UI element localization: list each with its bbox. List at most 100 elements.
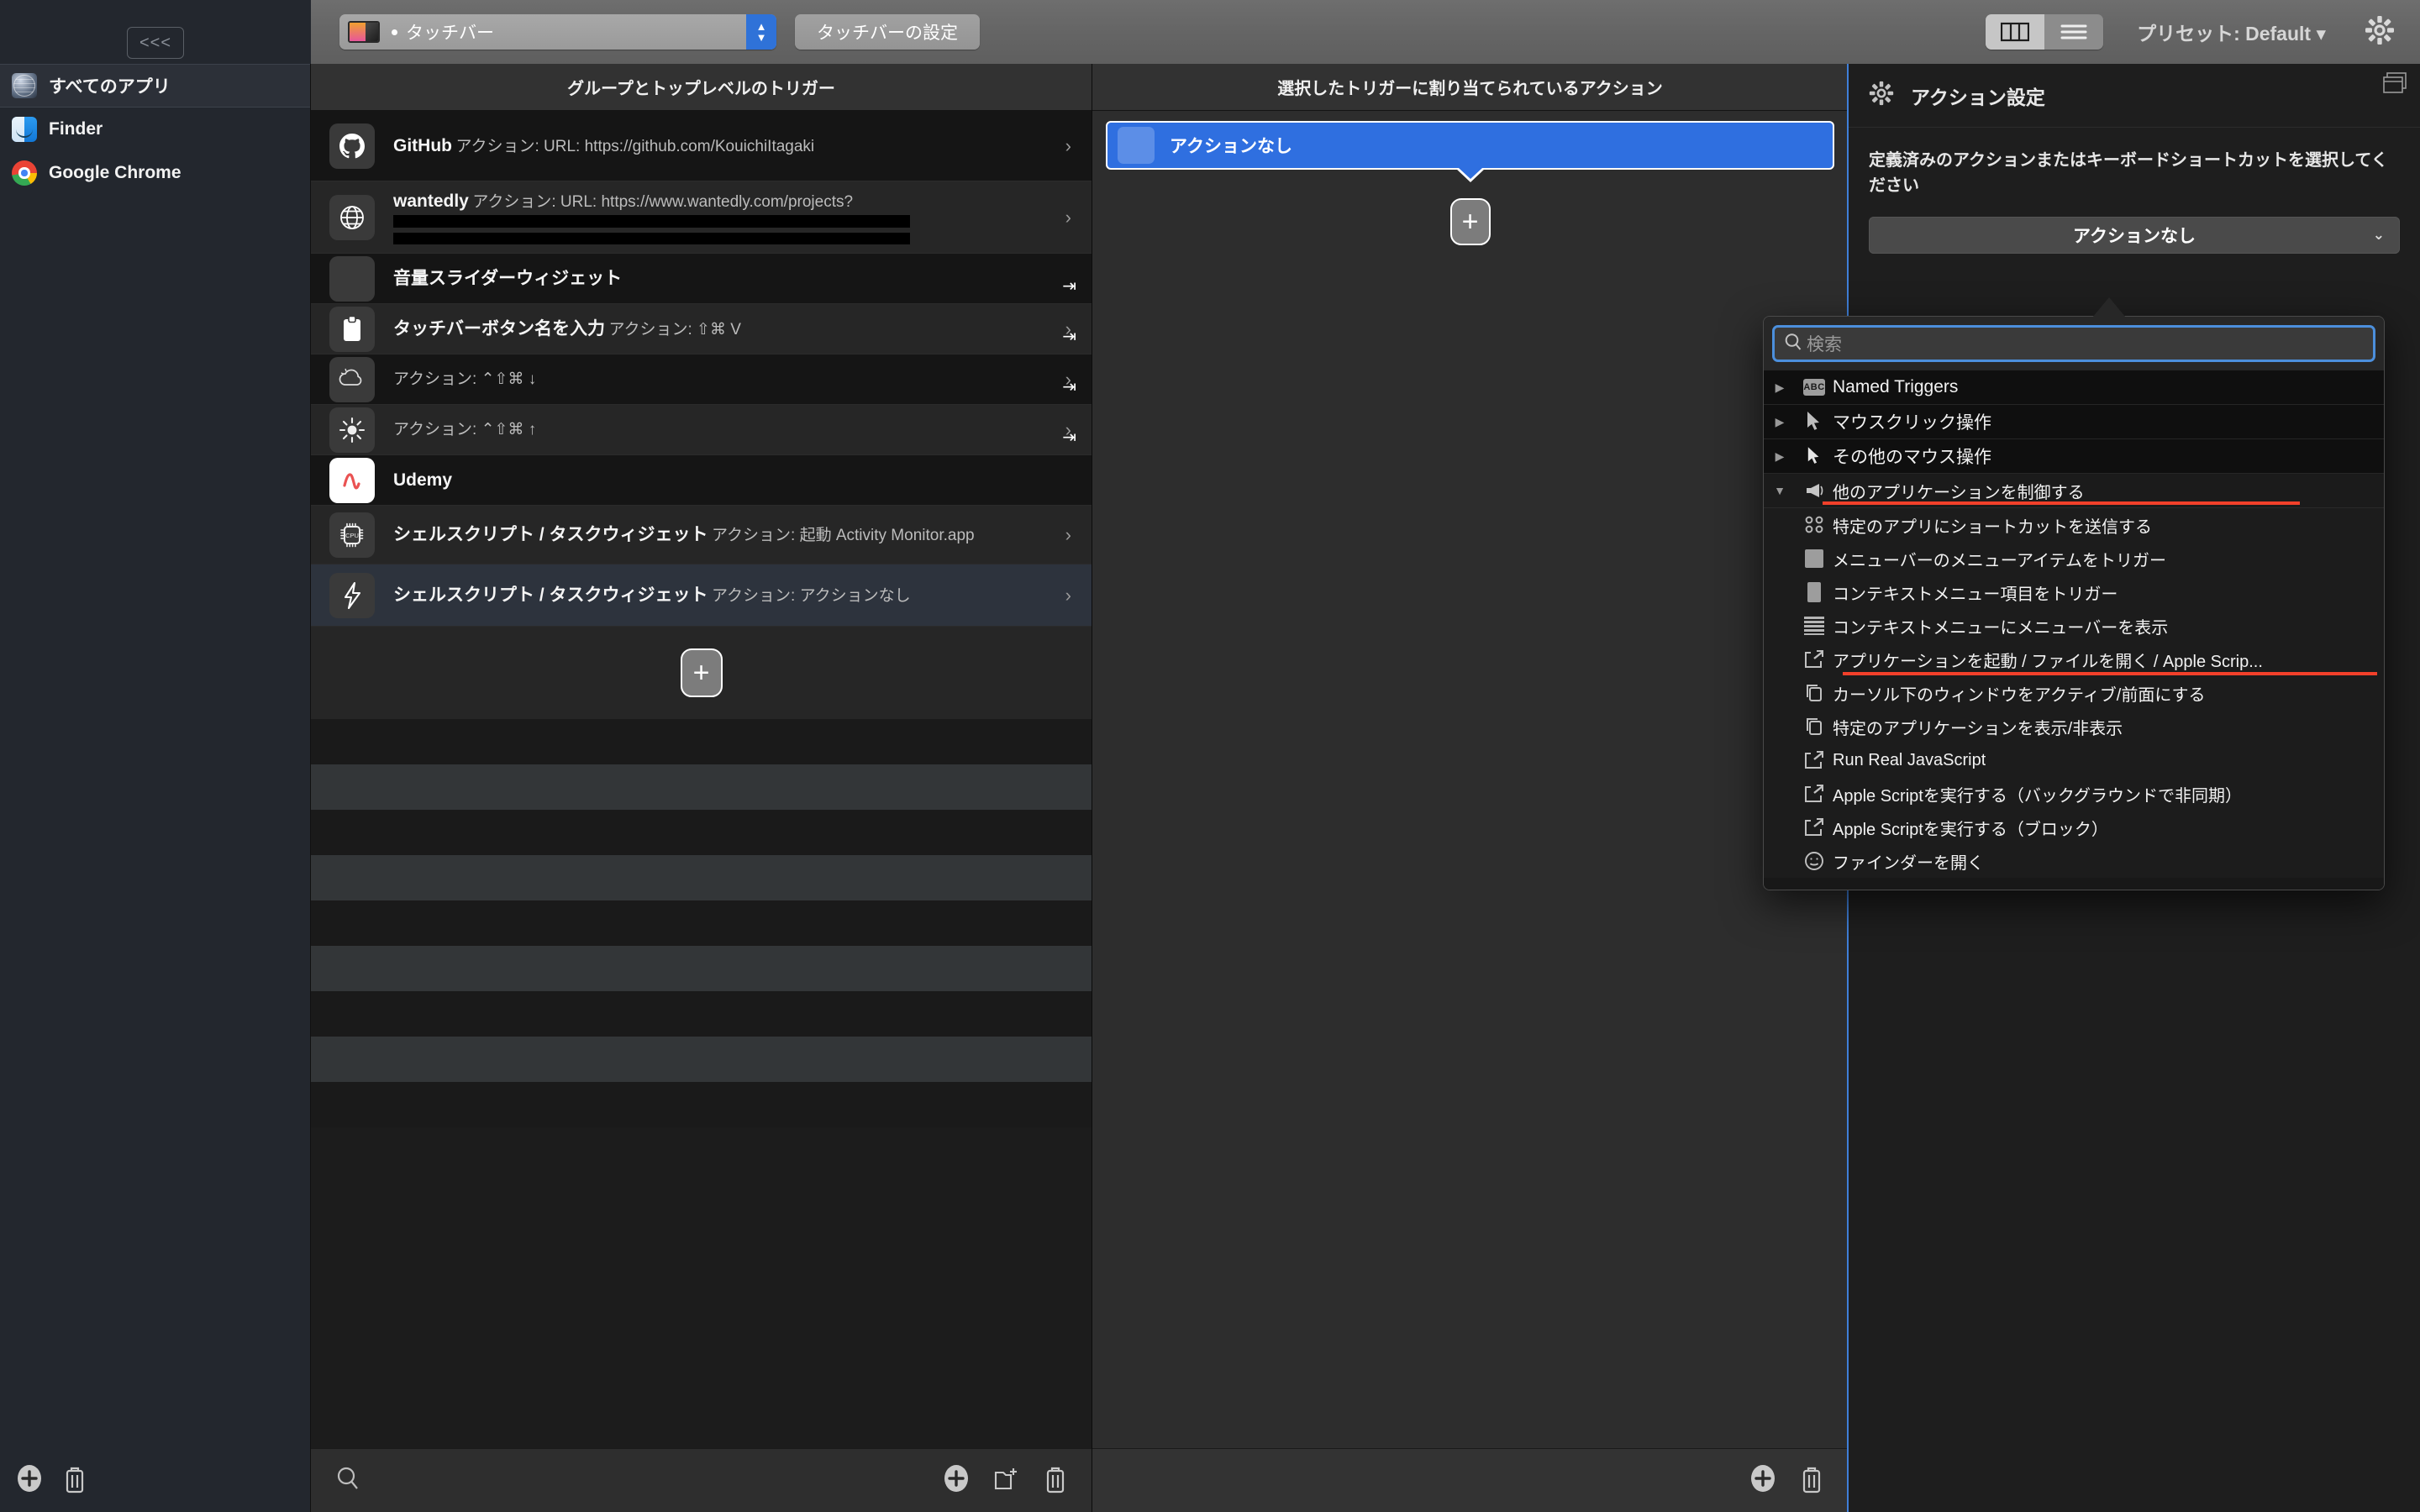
new-folder-icon[interactable] bbox=[992, 1464, 1021, 1497]
menu-item-show-hide-app[interactable]: 特定のアプリケーションを表示/非表示 bbox=[1764, 710, 2384, 743]
gray-square-icon bbox=[1796, 549, 1833, 568]
menu-item-activate-window-under-cursor[interactable]: カーソル下のウィンドウをアクティブ/前面にする bbox=[1764, 676, 2384, 710]
modified-dot-icon bbox=[392, 29, 397, 35]
connector-notch bbox=[1455, 168, 1486, 182]
disclosure-down-icon[interactable]: ▼ bbox=[1764, 484, 1796, 497]
empty-row bbox=[311, 1037, 1092, 1082]
chevron-right-icon[interactable]: › bbox=[1065, 207, 1071, 228]
triggers-bottom-toolbar bbox=[311, 1448, 1092, 1512]
disclosure-right-icon[interactable]: ▶ bbox=[1764, 415, 1796, 429]
search-field[interactable]: 検索 bbox=[1772, 325, 2375, 362]
trash-icon[interactable] bbox=[1799, 1463, 1824, 1498]
chevron-right-icon[interactable]: › bbox=[1065, 524, 1071, 546]
menu-item-label: Apple Scriptを実行する（バックグラウンドで非同期） bbox=[1833, 786, 2243, 806]
search-icon[interactable] bbox=[334, 1465, 361, 1496]
arrow-to-line-icon[interactable]: ⇥ bbox=[1062, 376, 1076, 397]
menu-item-trigger-menubar-item[interactable]: メニューバーのメニューアイテムをトリガー bbox=[1764, 542, 2384, 575]
gear-icon[interactable] bbox=[2365, 15, 2395, 50]
menu-item-launch-app-open-file-applescript[interactable]: アプリケーションを起動 / ファイルを開く / Apple Scrip... bbox=[1764, 643, 2384, 676]
disclosure-right-icon[interactable]: ▶ bbox=[1764, 381, 1796, 395]
actions-bottom-toolbar bbox=[1092, 1448, 1848, 1512]
bolt-icon bbox=[329, 572, 375, 618]
udemy-icon bbox=[329, 457, 375, 503]
assigned-action-label: アクションなし bbox=[1170, 137, 1292, 156]
triggers-toolbar-right bbox=[942, 1463, 1068, 1498]
category-label: マウスクリック操作 bbox=[1833, 413, 1991, 433]
table-row[interactable]: アクション: ⌃⇧⌘ ↑ › ⇥ bbox=[311, 405, 1092, 455]
columns-view-icon[interactable] bbox=[1986, 14, 2045, 50]
empty-row bbox=[311, 900, 1092, 946]
add-trigger-row[interactable]: + bbox=[311, 627, 1092, 719]
menu-item-send-shortcut[interactable]: 特定のアプリにショートカットを送信する bbox=[1764, 508, 2384, 542]
view-mode-toggle[interactable] bbox=[1986, 14, 2104, 50]
action-settings-header: アクション設定 bbox=[1849, 64, 2420, 128]
plus-circle-icon[interactable] bbox=[1749, 1464, 1777, 1497]
touchbar-settings-button[interactable]: タッチバーの設定 bbox=[795, 14, 980, 50]
arrow-to-line-icon[interactable]: ⇥ bbox=[1062, 427, 1076, 448]
table-row[interactable]: GitHub アクション: URL: https://github.com/Ko… bbox=[311, 111, 1092, 181]
add-action-button[interactable]: + bbox=[1449, 198, 1491, 245]
collapse-sidebar-button[interactable]: <<< bbox=[127, 27, 184, 59]
arrow-to-line-icon[interactable]: ⇥ bbox=[1062, 326, 1076, 347]
trigger-action: アクション: ⌃⇧⌘ ↑ bbox=[393, 420, 537, 438]
stepper-icon[interactable]: ▲ ▼ bbox=[746, 14, 776, 50]
menu-item-show-menubar-in-context[interactable]: コンテキストメニューにメニューバーを表示 bbox=[1764, 609, 2384, 643]
trigger-action: アクション: ⌃⇧⌘ ↓ bbox=[393, 370, 537, 388]
menu-item-label: Run Real JavaScript bbox=[1833, 750, 1986, 769]
sidebar-item-finder[interactable]: Finder bbox=[0, 108, 310, 151]
clipped-menu-item[interactable] bbox=[1764, 878, 2384, 890]
menu-item-trigger-context-menu[interactable]: コンテキストメニュー項目をトリガー bbox=[1764, 575, 2384, 609]
trash-icon[interactable] bbox=[1043, 1463, 1068, 1498]
chevron-right-icon[interactable]: › bbox=[1065, 585, 1071, 606]
disclosure-right-icon[interactable]: ▶ bbox=[1764, 449, 1796, 464]
touchbar-preset-dropdown[interactable]: タッチバー ▲ ▼ bbox=[339, 14, 776, 50]
predefined-action-dropdown[interactable]: アクションなし ⌄ bbox=[1869, 217, 2400, 254]
table-row[interactable]: シェルスクリプト / タスクウィジェット アクション: アクションなし › bbox=[311, 564, 1092, 627]
table-row[interactable]: アクション: ⌃⇧⌘ ↓ › ⇥ bbox=[311, 354, 1092, 405]
empty-row bbox=[311, 946, 1092, 991]
menu-item-label: 特定のアプリにショートカットを送信する bbox=[1833, 517, 2152, 537]
action-settings-description: 定義済みのアクションまたはキーボードショートカットを選択してください bbox=[1869, 151, 2388, 195]
category-other-mouse[interactable]: ▶ その他のマウス操作 bbox=[1764, 439, 2384, 474]
sidebar-item-google-chrome[interactable]: Google Chrome bbox=[0, 151, 310, 195]
search-placeholder: 検索 bbox=[1807, 335, 1842, 354]
keyboard-backlight-down-icon bbox=[329, 356, 375, 402]
plus-circle-icon[interactable] bbox=[942, 1464, 971, 1497]
trigger-row-text: Udemy bbox=[393, 469, 1092, 491]
menu-item-run-real-javascript[interactable]: Run Real JavaScript bbox=[1764, 743, 2384, 777]
add-trigger-button[interactable]: + bbox=[680, 648, 723, 697]
cursor-filled-icon bbox=[1796, 411, 1833, 433]
popup-tail bbox=[2092, 297, 2126, 318]
arrow-to-line-icon[interactable]: ⇥ bbox=[1062, 276, 1076, 297]
table-row[interactable]: CPU シェルスクリプト / タスクウィジェット アクション: 起動 Activ… bbox=[311, 506, 1092, 564]
assigned-action-item[interactable]: アクションなし bbox=[1106, 121, 1834, 170]
trigger-action: アクション: 起動 Activity Monitor.app bbox=[711, 526, 975, 544]
menu-item-run-applescript-async[interactable]: Apple Scriptを実行する（バックグラウンドで非同期） bbox=[1764, 777, 2384, 811]
empty-row bbox=[311, 764, 1092, 810]
table-row[interactable]: タッチバーボタン名を入力 アクション: ⇧⌘ V › ⇥ bbox=[311, 304, 1092, 354]
actions-column-header: 選択したトリガーに割り当てられているアクション bbox=[1092, 64, 1848, 111]
trash-icon[interactable] bbox=[62, 1463, 87, 1498]
megaphone-icon bbox=[1796, 481, 1833, 500]
menu-item-label: Apple Scriptを実行する（ブロック） bbox=[1833, 820, 2108, 839]
table-row[interactable]: Udemy bbox=[311, 455, 1092, 506]
trigger-action: アクション: URL: https://www.wantedly.com/pro… bbox=[472, 193, 854, 212]
predefined-action-value: アクションなし bbox=[2073, 227, 2196, 246]
window-icon[interactable] bbox=[2383, 72, 2407, 98]
menu-item-open-finder[interactable]: ファインダーを開く bbox=[1764, 844, 2384, 878]
category-named-triggers[interactable]: ▶ ABC Named Triggers bbox=[1764, 370, 2384, 405]
plus-circle-icon[interactable] bbox=[15, 1464, 44, 1497]
menu-item-label: アプリケーションを起動 / ファイルを開く / Apple Scrip... bbox=[1833, 652, 2263, 671]
sidebar-item-all-apps[interactable]: すべてのアプリ bbox=[0, 64, 310, 108]
list-view-icon[interactable] bbox=[2044, 14, 2104, 50]
menu-item-run-applescript-blocking[interactable]: Apple Scriptを実行する（ブロック） bbox=[1764, 811, 2384, 844]
trigger-name: GitHub bbox=[393, 135, 452, 155]
table-row[interactable]: 音量スライダーウィジェット ⇥ bbox=[311, 254, 1092, 304]
preset-label[interactable]: プリセット: Default ▾ bbox=[2137, 18, 2326, 46]
table-row[interactable]: wantedly アクション: URL: https://www.wantedl… bbox=[311, 181, 1092, 254]
brightness-up-icon bbox=[329, 407, 375, 453]
category-control-other-apps[interactable]: ▼ 他のアプリケーションを制御する bbox=[1764, 474, 2384, 508]
trigger-row-text: タッチバーボタン名を入力 アクション: ⇧⌘ V bbox=[393, 318, 1092, 341]
chevron-right-icon[interactable]: › bbox=[1065, 135, 1071, 157]
category-mouse-click[interactable]: ▶ マウスクリック操作 bbox=[1764, 405, 2384, 439]
